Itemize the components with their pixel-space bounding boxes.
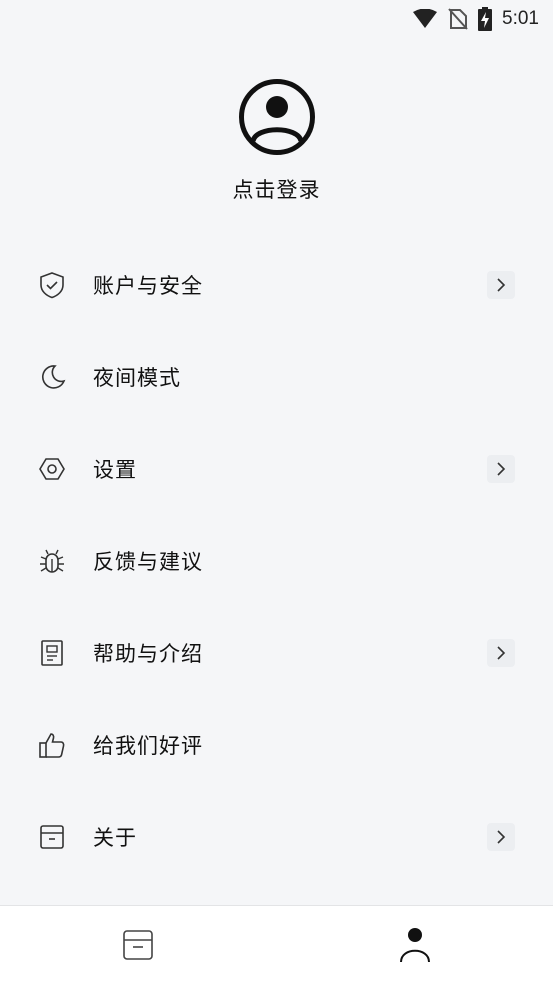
menu-item-label: 关于 bbox=[93, 826, 137, 850]
status-time: 5:01 bbox=[502, 8, 539, 29]
wifi-icon bbox=[412, 9, 438, 29]
thumbs-up-icon bbox=[38, 731, 66, 759]
tab-home[interactable] bbox=[0, 906, 277, 983]
battery-charging-icon bbox=[478, 7, 493, 31]
shield-check-icon bbox=[38, 271, 66, 299]
menu-item-feedback[interactable]: 反馈与建议 bbox=[0, 515, 553, 607]
bottom-nav bbox=[0, 905, 553, 983]
chevron-right-icon bbox=[487, 271, 515, 299]
archive-box-icon bbox=[123, 929, 154, 960]
no-sim-icon bbox=[448, 8, 468, 30]
chevron-right-icon bbox=[487, 455, 515, 483]
menu-item-label: 帮助与介绍 bbox=[93, 642, 203, 666]
chevron-right-icon bbox=[487, 639, 515, 667]
menu-item-label: 反馈与建议 bbox=[93, 550, 203, 574]
menu-item-account-security[interactable]: 账户与安全 bbox=[0, 239, 553, 331]
status-bar: 5:01 bbox=[0, 0, 553, 38]
menu-item-label: 给我们好评 bbox=[93, 734, 203, 758]
document-icon bbox=[38, 639, 66, 667]
settings-menu: 账户与安全 夜间模式 设置 反馈与建议 帮助与介绍 给我们好评 关于 bbox=[0, 239, 553, 883]
menu-item-label: 夜间模式 bbox=[93, 366, 181, 390]
login-link[interactable]: 点击登录 bbox=[233, 174, 321, 204]
menu-item-rate-us[interactable]: 给我们好评 bbox=[0, 699, 553, 791]
tab-profile[interactable] bbox=[277, 906, 553, 983]
menu-item-settings[interactable]: 设置 bbox=[0, 423, 553, 515]
person-icon bbox=[399, 927, 430, 962]
bug-icon bbox=[38, 547, 66, 575]
menu-item-night-mode[interactable]: 夜间模式 bbox=[0, 331, 553, 423]
menu-item-label: 账户与安全 bbox=[93, 274, 203, 298]
menu-item-about[interactable]: 关于 bbox=[0, 791, 553, 883]
moon-icon bbox=[38, 363, 66, 391]
menu-item-help[interactable]: 帮助与介绍 bbox=[0, 607, 553, 699]
hexagon-settings-icon bbox=[38, 455, 66, 483]
user-circle-icon[interactable] bbox=[238, 78, 316, 156]
menu-item-label: 设置 bbox=[93, 458, 137, 482]
profile-header[interactable]: 点击登录 bbox=[0, 78, 553, 204]
archive-box-icon bbox=[38, 823, 66, 851]
chevron-right-icon bbox=[487, 823, 515, 851]
